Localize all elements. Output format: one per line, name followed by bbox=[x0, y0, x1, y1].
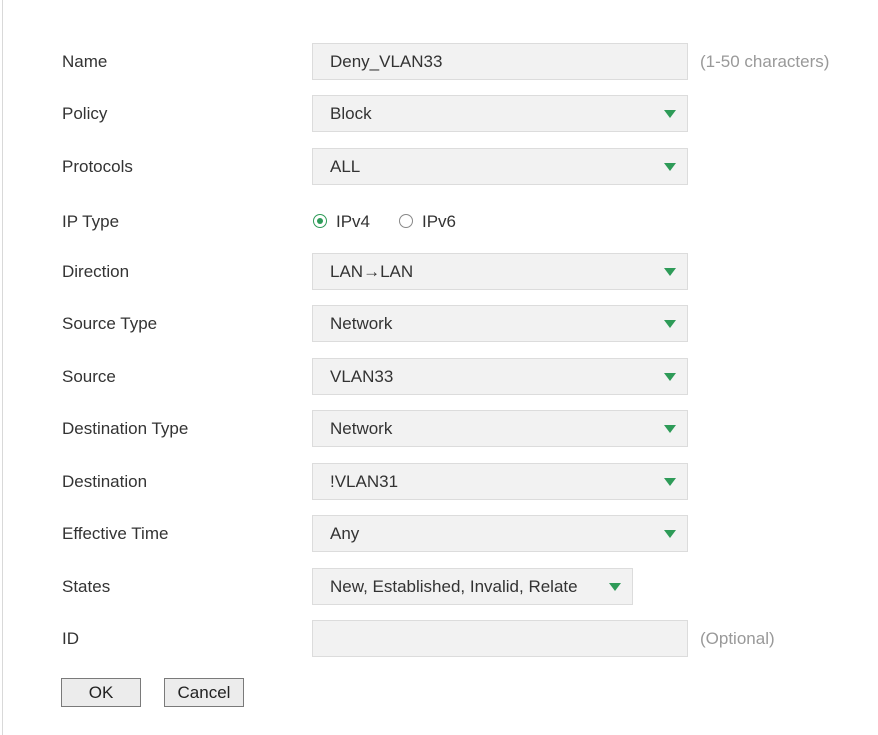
name-row: Name Deny_VLAN33 (1-50 characters) bbox=[0, 43, 878, 80]
name-label: Name bbox=[62, 52, 108, 71]
source-label: Source bbox=[62, 367, 116, 386]
id-hint: (Optional) bbox=[700, 629, 775, 648]
policy-select[interactable]: Block bbox=[312, 95, 688, 132]
chevron-down-icon bbox=[664, 478, 676, 486]
source-type-label: Source Type bbox=[62, 314, 158, 333]
ipv6-radio[interactable] bbox=[399, 214, 413, 228]
policy-label: Policy bbox=[62, 104, 108, 123]
id-row: ID (Optional) bbox=[0, 620, 878, 657]
ipv4-radio[interactable] bbox=[313, 214, 327, 228]
name-hint: (1-50 characters) bbox=[700, 52, 830, 71]
cancel-button[interactable]: Cancel bbox=[164, 678, 244, 707]
source-row: Source VLAN33 bbox=[0, 358, 878, 395]
destination-type-row: Destination Type Network bbox=[0, 410, 878, 447]
source-value: VLAN33 bbox=[330, 367, 394, 386]
states-select[interactable]: New, Established, Invalid, Relate bbox=[312, 568, 633, 605]
source-type-row: Source Type Network bbox=[0, 305, 878, 342]
destination-label: Destination bbox=[62, 472, 148, 491]
destination-type-value: Network bbox=[330, 419, 393, 438]
destination-type-select[interactable]: Network bbox=[312, 410, 688, 447]
ipv4-radio-label[interactable]: IPv4 bbox=[336, 203, 370, 240]
effective-time-label: Effective Time bbox=[62, 524, 169, 543]
chevron-down-icon bbox=[664, 163, 676, 171]
protocols-label: Protocols bbox=[62, 157, 133, 176]
direction-select[interactable]: LAN→LAN bbox=[312, 253, 688, 290]
effective-time-select[interactable]: Any bbox=[312, 515, 688, 552]
direction-row: Direction LAN→LAN bbox=[0, 253, 878, 290]
source-select[interactable]: VLAN33 bbox=[312, 358, 688, 395]
ipv6-radio-label[interactable]: IPv6 bbox=[422, 203, 456, 240]
destination-type-label: Destination Type bbox=[62, 419, 189, 438]
chevron-down-icon bbox=[664, 268, 676, 276]
effective-time-row: Effective Time Any bbox=[0, 515, 878, 552]
ip-type-label: IP Type bbox=[62, 212, 120, 231]
policy-row: Policy Block bbox=[0, 95, 878, 132]
chevron-down-icon bbox=[664, 373, 676, 381]
destination-value: !VLAN31 bbox=[330, 472, 399, 491]
direction-label: Direction bbox=[62, 262, 130, 281]
chevron-down-icon bbox=[664, 530, 676, 538]
ip-type-row: IP Type IPv4 IPv6 bbox=[0, 203, 878, 240]
policy-value: Block bbox=[330, 104, 372, 123]
chevron-down-icon bbox=[609, 583, 621, 591]
states-row: States New, Established, Invalid, Relate bbox=[0, 568, 878, 605]
destination-select[interactable]: !VLAN31 bbox=[312, 463, 688, 500]
name-input[interactable]: Deny_VLAN33 bbox=[312, 43, 688, 80]
effective-time-value: Any bbox=[330, 524, 360, 543]
name-value: Deny_VLAN33 bbox=[330, 52, 443, 71]
states-value: New, Established, Invalid, Relate bbox=[330, 577, 578, 596]
id-label: ID bbox=[62, 629, 79, 648]
source-type-value: Network bbox=[330, 314, 393, 333]
destination-row: Destination !VLAN31 bbox=[0, 463, 878, 500]
direction-value: LAN→LAN bbox=[330, 262, 414, 281]
ok-button[interactable]: OK bbox=[61, 678, 141, 707]
chevron-down-icon bbox=[664, 425, 676, 433]
protocols-value: ALL bbox=[330, 157, 361, 176]
source-type-select[interactable]: Network bbox=[312, 305, 688, 342]
id-input[interactable] bbox=[312, 620, 688, 657]
protocols-select[interactable]: ALL bbox=[312, 148, 688, 185]
protocols-row: Protocols ALL bbox=[0, 148, 878, 185]
states-label: States bbox=[62, 577, 111, 596]
chevron-down-icon bbox=[664, 320, 676, 328]
chevron-down-icon bbox=[664, 110, 676, 118]
